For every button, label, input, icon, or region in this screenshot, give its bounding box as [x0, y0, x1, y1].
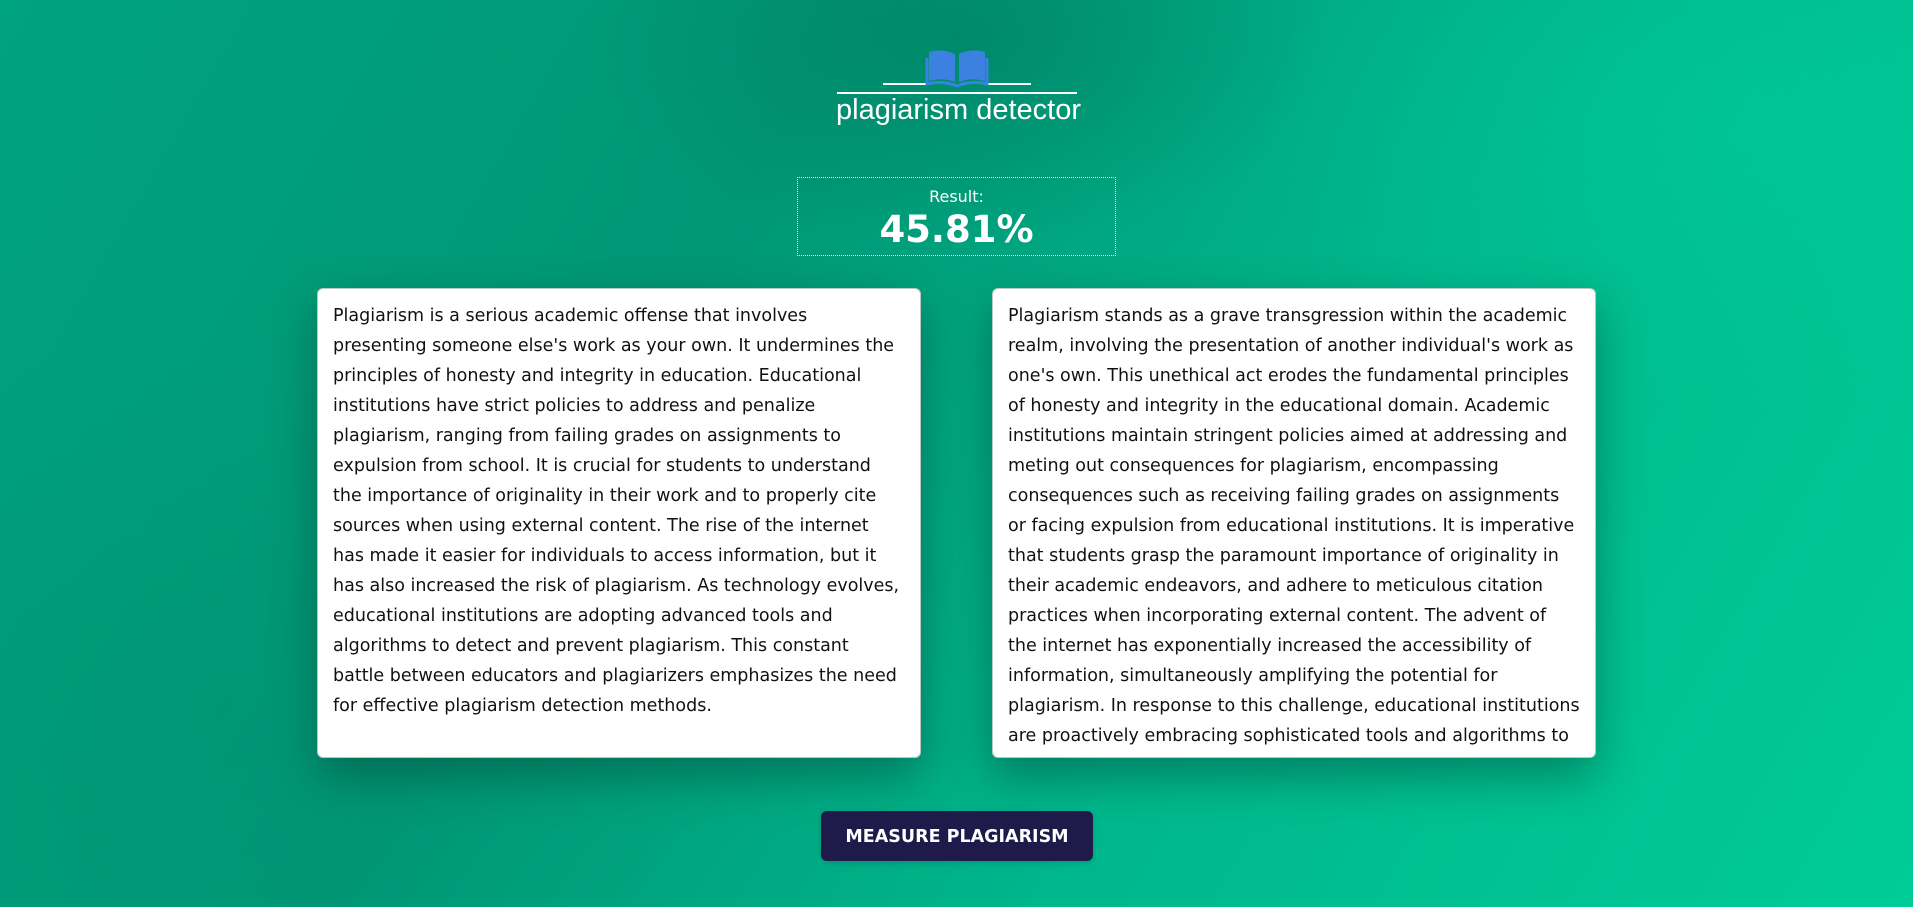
compared-text: Plagiarism stands as a grave transgressi…	[1008, 306, 1580, 757]
original-text-area[interactable]: Plagiarism is a serious academic offense…	[317, 288, 921, 758]
compared-text-area[interactable]: Plagiarism stands as a grave transgressi…	[992, 288, 1596, 758]
result-label: Result:	[929, 187, 984, 206]
open-book-icon	[837, 50, 1077, 94]
measure-plagiarism-button[interactable]: MEASURE PLAGIARISM	[821, 811, 1093, 861]
result-value: 45.81%	[879, 208, 1034, 251]
result-box: Result: 45.81%	[797, 177, 1116, 256]
logo-text: plagiarism detector	[836, 94, 1081, 126]
app-logo: plagiarism detector	[836, 46, 1081, 130]
original-text: Plagiarism is a serious academic offense…	[333, 306, 900, 716]
